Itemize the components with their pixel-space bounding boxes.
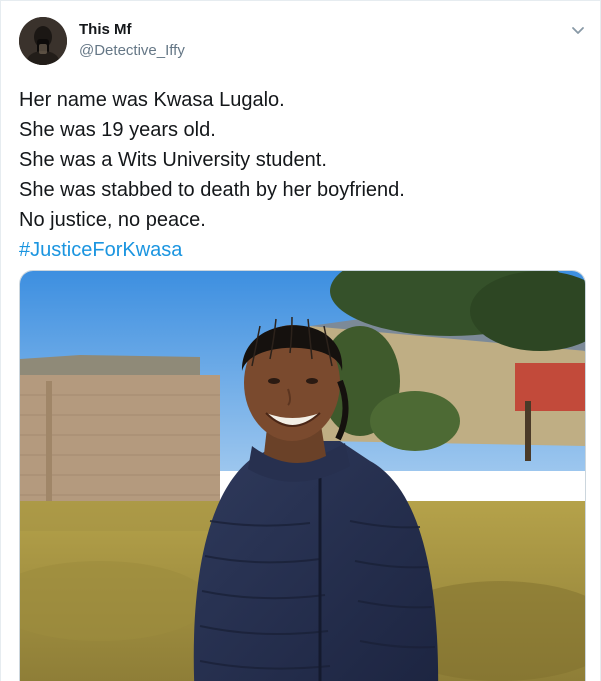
tweet-line: No justice, no peace. — [19, 209, 206, 231]
tweet-line: She was a Wits University student. — [19, 149, 327, 171]
tweet-line: She was stabbed to death by her boyfrien… — [19, 179, 405, 201]
author-handle[interactable]: @Detective_Iffy — [79, 42, 185, 59]
avatar-image — [19, 17, 67, 65]
chevron-down-icon[interactable] — [569, 21, 587, 39]
tweet-card: This Mf @Detective_Iffy Her name was Kwa… — [0, 0, 601, 681]
author-name[interactable]: This Mf — [79, 21, 132, 38]
tweet-line: She was 19 years old. — [19, 119, 216, 141]
hashtag-link[interactable]: #JusticeForKwasa — [19, 235, 405, 265]
tweet-line: Her name was Kwasa Lugalo. — [19, 89, 285, 111]
avatar[interactable] — [19, 17, 67, 65]
photo-image — [20, 271, 585, 681]
tweet-photo[interactable] — [19, 270, 586, 681]
tweet-text: Her name was Kwasa Lugalo. She was 19 ye… — [19, 85, 405, 265]
